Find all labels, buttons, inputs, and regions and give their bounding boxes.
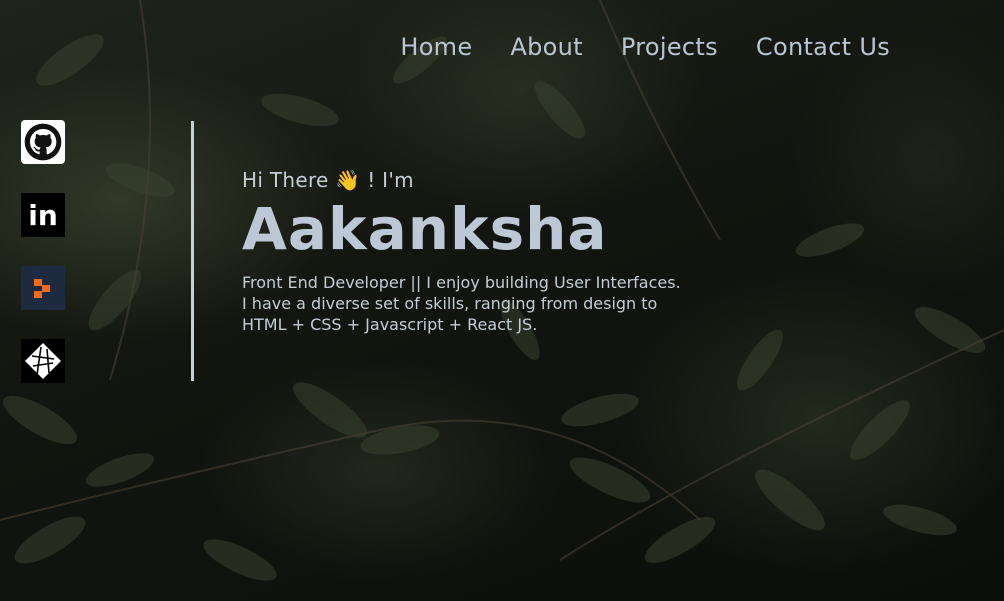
greeting-text: Hi There <box>242 168 329 192</box>
page-background: Home About Projects Contact Us in Hi The… <box>0 0 1004 601</box>
nav-home-link[interactable]: Home <box>400 33 472 61</box>
nav-contact-link[interactable]: Contact Us <box>756 33 890 61</box>
nav-projects-link[interactable]: Projects <box>621 33 718 61</box>
hero-bio: Front End Developer || I enjoy building … <box>242 272 742 335</box>
netlify-logo <box>25 343 61 379</box>
linkedin-icon[interactable]: in <box>21 193 65 237</box>
nav-about-link[interactable]: About <box>510 33 582 61</box>
greeting-suffix: ! I'm <box>367 168 414 192</box>
bio-line: HTML + CSS + Javascript + React JS. <box>242 315 538 334</box>
hero-section: Hi There 👋 ! I'm Aakanksha Front End Dev… <box>242 168 742 335</box>
github-logo <box>24 123 62 161</box>
hero-name: Aakanksha <box>242 195 608 263</box>
wave-emoji-icon: 👋 <box>335 168 361 192</box>
main-nav: Home About Projects Contact Us <box>400 33 890 61</box>
bio-line: Front End Developer || I enjoy building … <box>242 273 681 292</box>
dev-logo <box>34 279 50 298</box>
github-icon[interactable] <box>21 120 65 164</box>
netlify-icon[interactable] <box>21 339 65 383</box>
greeting: Hi There 👋 ! I'm <box>242 168 742 192</box>
bio-line: I have a diverse set of skills, ranging … <box>242 294 658 313</box>
dev-icon[interactable] <box>21 266 65 310</box>
social-links: in <box>21 120 65 383</box>
vertical-divider <box>191 121 194 381</box>
